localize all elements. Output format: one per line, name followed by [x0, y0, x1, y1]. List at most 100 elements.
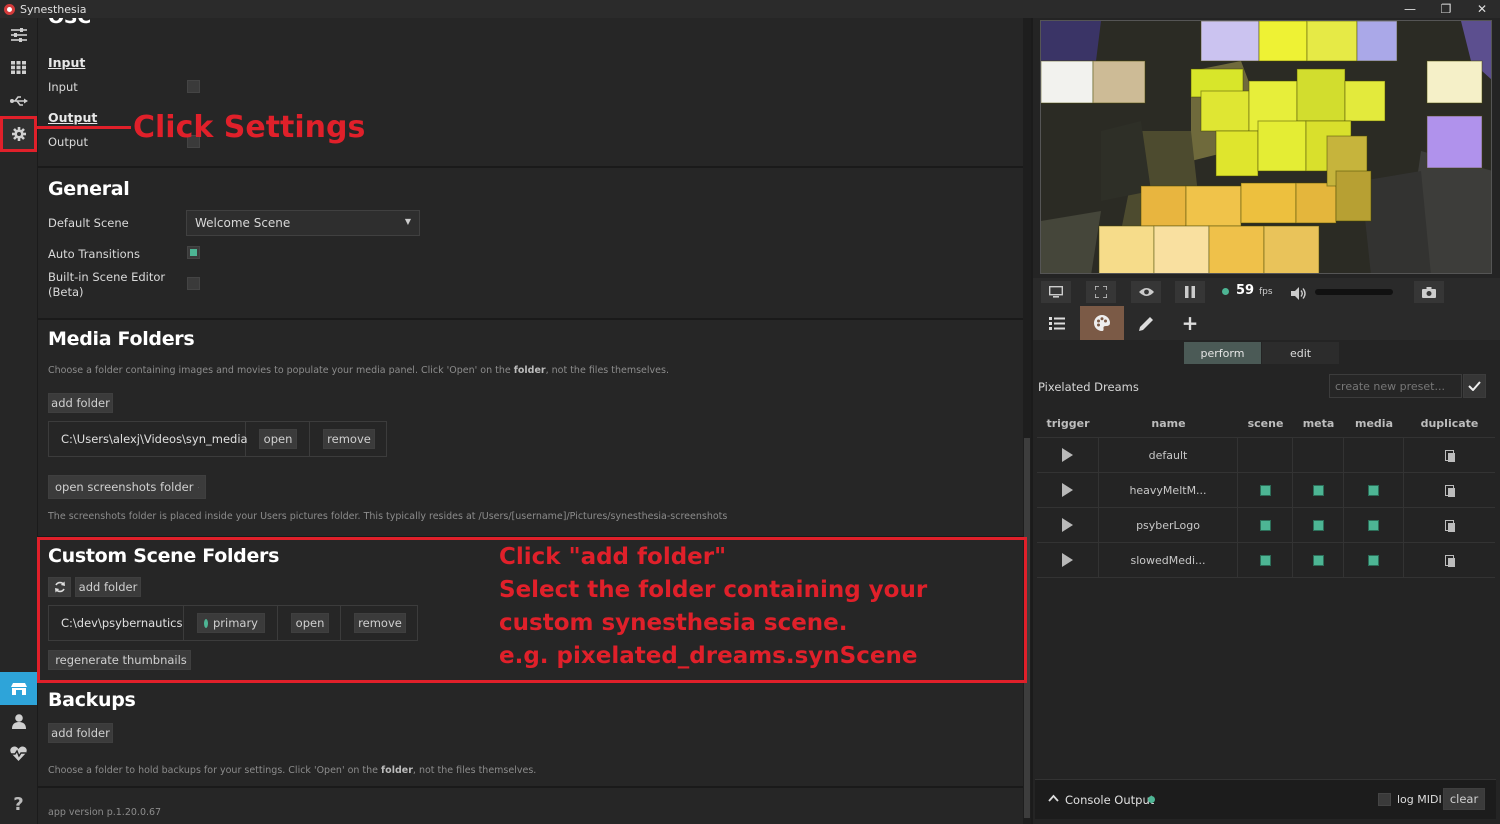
duplicate-icon[interactable] — [1404, 508, 1495, 542]
new-preset-input[interactable]: create new preset... — [1329, 374, 1462, 398]
col-trigger: trigger — [1046, 417, 1090, 430]
duplicate-icon[interactable] — [1404, 473, 1495, 507]
restore-button[interactable]: ❐ — [1428, 0, 1464, 18]
console-output-label[interactable]: Console Output — [1065, 793, 1154, 807]
volume-slider[interactable] — [1315, 289, 1393, 295]
log-midi-checkbox[interactable] — [1378, 793, 1391, 806]
minimize-button[interactable]: — — [1392, 0, 1428, 18]
media-folders-title: Media Folders — [48, 328, 195, 350]
osc-output-label: Output — [48, 135, 88, 149]
preset-row[interactable]: default — [1037, 438, 1495, 473]
preset-scene-checkbox[interactable] — [1238, 508, 1293, 542]
media-remove-button[interactable]: remove — [323, 429, 375, 449]
preset-scene-checkbox[interactable] — [1238, 473, 1293, 507]
default-scene-select[interactable]: Welcome Scene ▼ — [186, 210, 420, 236]
backups-description: Choose a folder to hold backups for your… — [48, 765, 537, 776]
store-icon[interactable] — [0, 672, 37, 705]
auto-transitions-checkbox[interactable] — [187, 246, 200, 259]
play-icon[interactable] — [1037, 543, 1099, 577]
osc-input-heading: Input — [48, 55, 86, 70]
volume-icon[interactable] — [1291, 285, 1307, 304]
settings-scrollbar[interactable] — [1023, 18, 1031, 824]
fps-indicator-icon — [1222, 288, 1229, 295]
user-icon[interactable] — [0, 705, 37, 738]
default-scene-value: Welcome Scene — [195, 216, 291, 230]
preset-row[interactable]: psyberLogo — [1037, 508, 1495, 543]
preview-tile — [1335, 170, 1372, 222]
chevron-up-icon[interactable] — [1048, 791, 1059, 805]
col-name: name — [1151, 417, 1186, 430]
preview-tile — [1200, 90, 1250, 132]
play-icon[interactable] — [1037, 438, 1099, 472]
preset-name[interactable]: psyberLogo — [1099, 508, 1238, 542]
osc-title: OSC — [48, 18, 91, 28]
tab-perform[interactable]: perform — [1184, 342, 1261, 364]
preset-row[interactable]: heavyMeltM... — [1037, 473, 1495, 508]
preset-meta-checkbox[interactable] — [1293, 508, 1344, 542]
backups-add-folder-button[interactable]: add folder — [48, 723, 113, 743]
tab-edit[interactable]: edit — [1262, 342, 1339, 364]
annotation-line-4: e.g. pixelated_dreams.synScene — [499, 643, 918, 669]
scene-editor-checkbox[interactable] — [187, 277, 200, 290]
auto-transitions-label: Auto Transitions — [48, 247, 140, 261]
preview-tile — [1258, 21, 1308, 62]
preset-name[interactable]: slowedMedi... — [1099, 543, 1238, 577]
preset-scene-cell[interactable] — [1238, 438, 1293, 472]
check-icon[interactable] — [1463, 374, 1486, 398]
fps-value: 59 — [1236, 283, 1255, 298]
preview-tile — [1098, 225, 1155, 273]
preset-row[interactable]: slowedMedi... — [1037, 543, 1495, 578]
osc-input-checkbox[interactable] — [187, 80, 200, 93]
scene-editor-label-beta: (Beta) — [48, 285, 84, 299]
plus-icon[interactable]: + — [1168, 306, 1212, 340]
duplicate-icon[interactable] — [1404, 438, 1495, 472]
play-icon[interactable] — [1037, 473, 1099, 507]
preset-media-checkbox[interactable] — [1344, 473, 1404, 507]
media-folder-row: C:\Users\alexj\Videos\syn_media open rem… — [48, 421, 387, 457]
duplicate-icon[interactable] — [1404, 543, 1495, 577]
right-tab-bar: + — [1033, 306, 1500, 340]
palette-icon[interactable] — [1080, 306, 1124, 340]
preset-name[interactable]: heavyMeltM... — [1099, 473, 1238, 507]
clear-button[interactable]: clear — [1443, 788, 1485, 810]
pencil-icon[interactable] — [1124, 306, 1168, 340]
log-midi-label: log MIDI — [1397, 793, 1442, 806]
preview-tile — [1295, 182, 1337, 224]
preset-media-cell[interactable] — [1344, 438, 1404, 472]
media-open-button[interactable]: open — [259, 429, 297, 449]
eye-icon[interactable] — [1131, 281, 1161, 303]
sliders-icon[interactable] — [0, 18, 37, 51]
preset-meta-checkbox[interactable] — [1293, 543, 1344, 577]
usb-icon[interactable] — [0, 84, 37, 117]
pause-icon[interactable] — [1175, 281, 1205, 303]
preview-tile — [1140, 185, 1187, 227]
heart-icon[interactable] — [0, 737, 37, 770]
preset-media-checkbox[interactable] — [1344, 543, 1404, 577]
preset-meta-cell[interactable] — [1293, 438, 1344, 472]
preview-tile — [1257, 120, 1307, 172]
preview-tile — [1344, 80, 1386, 122]
general-section: General Default Scene Welcome Scene ▼ Au… — [38, 168, 1023, 320]
play-icon[interactable] — [1037, 508, 1099, 542]
monitor-icon[interactable] — [1041, 281, 1071, 303]
annotation-line-3: custom synesthesia scene. — [499, 610, 848, 636]
fullscreen-icon[interactable] — [1086, 281, 1116, 303]
preset-name[interactable]: default — [1099, 438, 1238, 472]
preset-meta-checkbox[interactable] — [1293, 473, 1344, 507]
grid-icon[interactable] — [0, 51, 37, 84]
camera-icon[interactable] — [1414, 281, 1444, 303]
scene-preview[interactable] — [1040, 20, 1492, 274]
media-add-folder-button[interactable]: add folder — [48, 393, 113, 413]
close-button[interactable]: ✕ — [1464, 0, 1500, 18]
help-icon[interactable]: ? — [0, 788, 37, 821]
preview-tile — [1208, 225, 1265, 273]
gear-icon[interactable] — [0, 116, 37, 152]
preset-scene-checkbox[interactable] — [1238, 543, 1293, 577]
open-screenshots-folder-button[interactable]: open screenshots folder — [48, 475, 206, 499]
general-title: General — [48, 178, 130, 200]
osc-input-label: Input — [48, 80, 78, 94]
preview-tile — [1306, 21, 1358, 62]
preset-media-checkbox[interactable] — [1344, 508, 1404, 542]
annotation-instructions: Click "add folder" Select the folder con… — [499, 541, 927, 673]
list-icon[interactable] — [1035, 306, 1079, 340]
